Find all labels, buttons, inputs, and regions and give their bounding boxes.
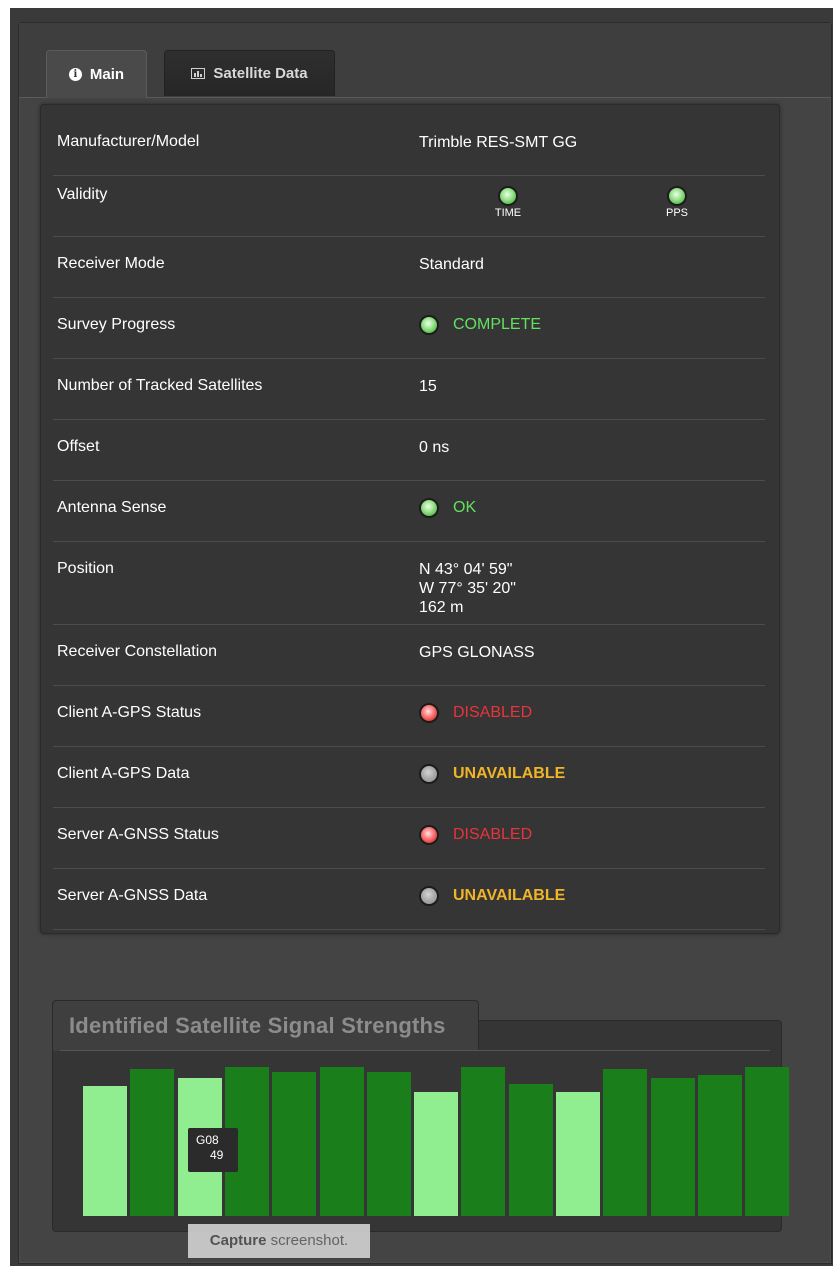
tab-main[interactable]: i Main (46, 50, 147, 98)
row-validity: Validity TIME PPS (53, 176, 765, 237)
capture-rest-text: screenshot. (270, 1232, 349, 1249)
row-server-agnss-data: Server A-GNSS Data UNAVAILABLE (53, 869, 765, 930)
client-agps-data-label: Client A-GPS Data (57, 765, 190, 782)
info-icon: i (68, 68, 82, 81)
receiver-mode-value: Standard (419, 256, 484, 273)
client-agps-data-status: UNAVAILABLE (419, 761, 565, 787)
signal-bar[interactable] (745, 1067, 790, 1216)
antenna-sense-status: OK (419, 495, 476, 521)
signal-bar[interactable] (508, 1084, 553, 1216)
row-receiver-mode: Receiver Mode Standard (53, 237, 765, 298)
server-agnss-status-led-icon (419, 825, 439, 845)
server-agnss-data-value: UNAVAILABLE (453, 887, 566, 904)
row-position: Position N 43° 04' 59" W 77° 35' 20" 162… (53, 542, 765, 625)
signal-bar[interactable] (414, 1092, 459, 1216)
survey-progress-label: Survey Progress (57, 316, 176, 333)
bar-tooltip: G08 49 (188, 1128, 238, 1172)
server-agnss-data-label: Server A-GNSS Data (57, 887, 208, 904)
server-agnss-status: DISABLED (419, 822, 532, 848)
client-agps-status-led-icon (419, 703, 439, 723)
row-survey-progress: Survey Progress COMPLETE (53, 298, 765, 359)
signal-bar[interactable] (650, 1078, 695, 1216)
manufacturer-value: Trimble RES-SMT GG (419, 134, 578, 151)
antenna-sense-value: OK (453, 499, 477, 516)
tab-bar: i Main Satellite Data (19, 23, 831, 98)
tooltip-satellite: G08 (196, 1133, 219, 1147)
receiver-mode-label: Receiver Mode (57, 255, 165, 272)
survey-led-icon (419, 315, 439, 335)
constellation-value: GPS GLONASS (419, 644, 535, 661)
signal-bar[interactable] (556, 1092, 600, 1216)
server-agnss-status-label: Server A-GNSS Status (57, 826, 219, 843)
position-longitude: W 77° 35' 20" (419, 580, 516, 597)
validity-time: TIME (488, 186, 528, 219)
tracked-satellites-value: 15 (419, 378, 437, 395)
capture-strong-text: Capture (209, 1232, 267, 1249)
tab-main-label: Main (89, 66, 125, 83)
antenna-led-icon (419, 498, 439, 518)
receiver-info-table: Manufacturer/Model Trimble RES-SMT GG Va… (40, 104, 780, 934)
offset-value: 0 ns (419, 439, 450, 456)
server-agnss-data-led-icon (419, 886, 439, 906)
signal-strength-title-tab: Identified Satellite Signal Strengths (52, 1000, 479, 1051)
constellation-label: Receiver Constellation (57, 643, 218, 660)
signal-bar[interactable] (461, 1067, 506, 1216)
client-agps-status-value: DISABLED (453, 704, 533, 721)
position-latitude: N 43° 04' 59" (419, 561, 513, 578)
row-server-agnss-status: Server A-GNSS Status DISABLED (53, 808, 765, 869)
signal-bar[interactable] (83, 1086, 127, 1216)
signal-bar[interactable] (272, 1072, 317, 1216)
capture-screenshot-hint: Capture screenshot. (188, 1224, 370, 1258)
bar-chart-icon (191, 68, 206, 79)
position-altitude: 162 m (419, 599, 464, 616)
survey-progress-value: COMPLETE (453, 316, 542, 333)
client-agps-data-led-icon (419, 764, 439, 784)
row-client-agps-status: Client A-GPS Status DISABLED (53, 686, 765, 747)
position-value: N 43° 04' 59" W 77° 35' 20" 162 m (419, 560, 516, 617)
antenna-sense-label: Antenna Sense (57, 499, 167, 516)
tab-satellite-data[interactable]: Satellite Data (164, 50, 335, 96)
position-label: Position (57, 560, 114, 577)
tooltip-value: 49 (210, 1148, 224, 1162)
pps-led-icon (667, 186, 687, 206)
tab-satellite-data-label: Satellite Data (213, 65, 308, 82)
signal-bar[interactable] (319, 1067, 364, 1216)
validity-pps-label: PPS (665, 207, 688, 219)
row-antenna-sense: Antenna Sense OK (53, 481, 765, 542)
server-agnss-data-status: UNAVAILABLE (419, 883, 565, 909)
client-agps-status: DISABLED (419, 700, 532, 726)
row-manufacturer: Manufacturer/Model Trimble RES-SMT GG (53, 115, 765, 176)
client-agps-status-label: Client A-GPS Status (57, 704, 202, 721)
row-constellation: Receiver Constellation GPS GLONASS (53, 625, 765, 686)
signal-strength-title: Identified Satellite Signal Strengths (69, 1013, 446, 1038)
validity-time-label: TIME (494, 207, 522, 219)
signal-bar[interactable] (603, 1069, 648, 1216)
manufacturer-label: Manufacturer/Model (57, 133, 200, 150)
tracked-satellites-label: Number of Tracked Satellites (57, 377, 263, 394)
client-agps-data-value: UNAVAILABLE (453, 765, 566, 782)
offset-label: Offset (57, 438, 100, 455)
signal-bar[interactable] (366, 1072, 411, 1216)
time-led-icon (498, 186, 518, 206)
row-client-agps-data: Client A-GPS Data UNAVAILABLE (53, 747, 765, 808)
signal-bar[interactable] (697, 1075, 742, 1216)
server-agnss-status-value: DISABLED (453, 826, 533, 843)
validity-pps: PPS (657, 186, 697, 219)
signal-bar[interactable] (130, 1069, 175, 1216)
survey-progress-status: COMPLETE (419, 312, 541, 338)
signal-strength-chart (60, 1050, 790, 1216)
row-tracked-satellites: Number of Tracked Satellites 15 (53, 359, 765, 420)
row-offset: Offset 0 ns (53, 420, 765, 481)
validity-label: Validity (57, 186, 108, 203)
